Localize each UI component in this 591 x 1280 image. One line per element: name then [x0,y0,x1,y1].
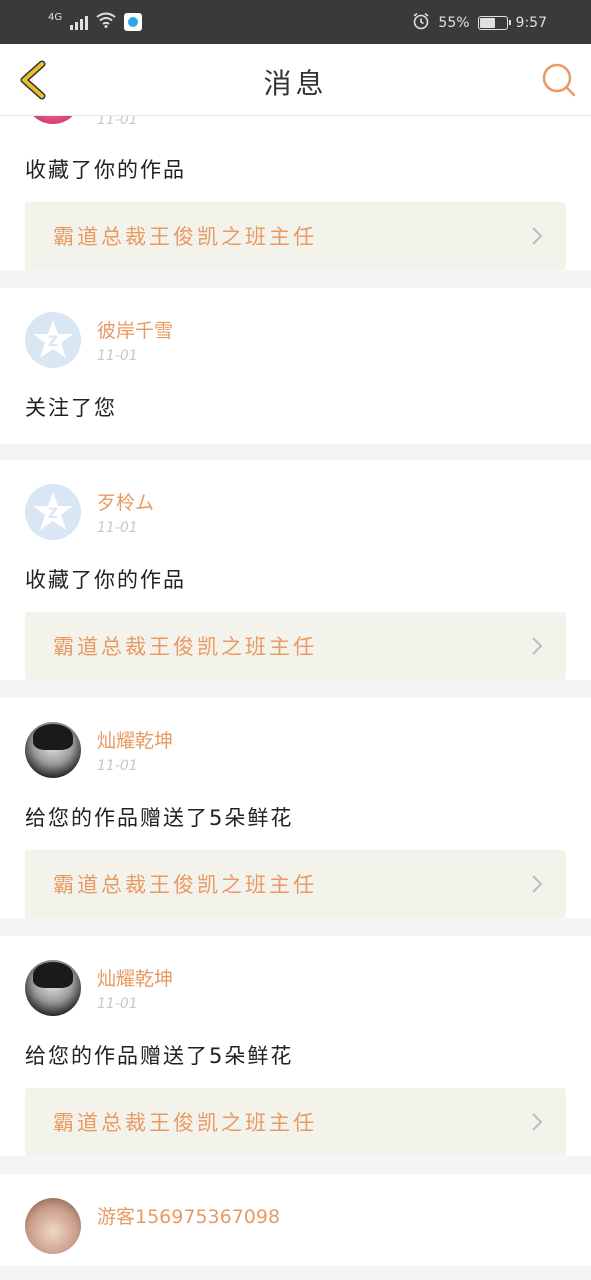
work-title: 霸道总裁王俊凯之班主任 [53,225,317,249]
photo-avatar[interactable] [25,722,81,778]
search-button[interactable] [541,62,577,98]
chevron-right-icon [532,875,543,893]
battery-percent: 55% [438,15,470,31]
user-name[interactable]: 灿耀乾坤 [97,964,173,991]
message-date: 11-01 [97,348,138,364]
work-link[interactable]: 霸道总裁王俊凯之班主任 [25,850,566,918]
chevron-right-icon [532,227,543,245]
default-avatar[interactable]: Z [25,312,81,368]
svg-text:Z: Z [48,334,58,350]
avatar [25,116,81,124]
user-name[interactable]: 歹柃ム [97,488,154,515]
message-action: 关注了您 [25,396,117,420]
alarm-icon [412,12,430,34]
network-type: 4G [48,12,63,23]
chevron-right-icon [532,1113,543,1131]
svg-text:Z: Z [48,506,58,522]
message-action: 给您的作品赠送了5朵鲜花 [25,806,294,830]
message-date: 11-01 [97,116,138,128]
status-bar: 4G 55% 9:57 [0,0,591,44]
message-card: 灿耀乾坤 11-01 给您的作品赠送了5朵鲜花 霸道总裁王俊凯之班主任 [0,698,591,918]
chevron-right-icon [532,637,543,655]
message-card: 11-01 收藏了你的作品 霸道总裁王俊凯之班主任 [0,116,591,270]
search-icon [542,63,576,97]
work-link[interactable]: 霸道总裁王俊凯之班主任 [25,202,566,270]
message-card: Z 彼岸千雪 11-01 关注了您 [0,288,591,444]
clock: 9:57 [515,15,547,31]
message-card: 灿耀乾坤 11-01 给您的作品赠送了5朵鲜花 霸道总裁王俊凯之班主任 [0,936,591,1156]
message-action: 给您的作品赠送了5朵鲜花 [25,1044,294,1068]
message-list[interactable]: 11-01 收藏了你的作品 霸道总裁王俊凯之班主任 Z 彼岸千雪 11-01 关… [0,116,591,1280]
work-link[interactable]: 霸道总裁王俊凯之班主任 [25,612,566,680]
message-card: 游客156975367098 [0,1174,591,1266]
message-action: 收藏了你的作品 [25,158,186,182]
default-avatar[interactable]: Z [25,484,81,540]
user-name[interactable]: 灿耀乾坤 [97,726,173,753]
wifi-icon [96,12,116,32]
message-date: 11-01 [97,996,138,1012]
message-date: 11-01 [97,758,138,774]
photo-avatar[interactable] [25,960,81,1016]
message-card: Z 歹柃ム 11-01 收藏了你的作品 霸道总裁王俊凯之班主任 [0,460,591,680]
photo-avatar[interactable] [25,1198,81,1254]
nav-bar: 消息 [0,44,591,116]
page-title: 消息 [263,67,328,100]
message-action: 收藏了你的作品 [25,568,186,592]
battery-icon [477,16,511,30]
work-link[interactable]: 霸道总裁王俊凯之班主任 [25,1088,566,1156]
message-date: 11-01 [97,520,138,536]
work-title: 霸道总裁王俊凯之班主任 [53,635,317,659]
status-left: 4G [48,12,143,32]
status-right: 55% 9:57 [412,12,547,34]
work-title: 霸道总裁王俊凯之班主任 [53,873,317,897]
signal-icon [70,14,89,30]
app-icon [124,13,143,31]
work-title: 霸道总裁王俊凯之班主任 [53,1111,317,1135]
user-name[interactable]: 彼岸千雪 [97,316,173,343]
user-name[interactable]: 游客156975367098 [97,1202,280,1229]
